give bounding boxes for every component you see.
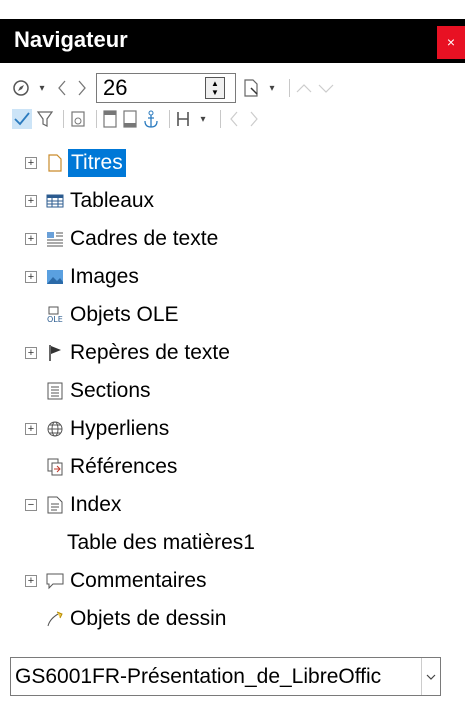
text-frame-icon — [45, 229, 65, 249]
set-reminder-icon[interactable] — [69, 106, 87, 132]
separator — [63, 110, 64, 128]
tree-item-label: Images — [70, 265, 139, 288]
separator — [220, 110, 221, 128]
expand-toggle[interactable]: + — [25, 157, 37, 169]
dropdown-arrow-icon[interactable]: ▾ — [34, 75, 50, 101]
expand-toggle[interactable]: + — [25, 233, 37, 245]
drag-mode-icon[interactable] — [242, 75, 260, 101]
content-toolbar: ▾ — [12, 104, 266, 134]
document-select-value: GS6001FR-Présentation_de_LibreOffic — [15, 664, 382, 688]
index-icon — [45, 495, 65, 515]
image-icon — [45, 267, 65, 287]
anchor-icon[interactable] — [142, 106, 160, 132]
page-number-stepper[interactable]: ▲ ▼ — [96, 73, 236, 103]
tree-item-label: Tableaux — [70, 189, 155, 212]
bookmark-flag-icon — [45, 343, 65, 363]
section-icon — [45, 381, 65, 401]
spin-down-icon[interactable]: ▼ — [211, 88, 219, 97]
separator — [96, 110, 97, 128]
collapse-toggle[interactable]: − — [25, 499, 37, 511]
tree-item-label: Table des matières1 — [67, 531, 255, 554]
navigation-toolbar: ▾ ▲ ▼ ▾ — [12, 73, 339, 103]
tree-item-label: Objets de dessin — [70, 607, 227, 630]
tree-item-label: Commentaires — [70, 569, 207, 592]
dropdown-arrow-icon[interactable]: ▾ — [195, 106, 211, 132]
page-number-input[interactable] — [97, 75, 205, 101]
heading-levels-icon[interactable] — [175, 106, 191, 132]
tree-item-label: Cadres de texte — [70, 227, 219, 250]
table-icon — [45, 191, 65, 211]
expand-toggle[interactable]: + — [25, 347, 37, 359]
dropdown-arrow-icon[interactable]: ▾ — [264, 75, 280, 101]
filter-icon[interactable] — [36, 106, 54, 132]
spin-up-icon[interactable]: ▲ — [211, 79, 219, 88]
svg-text:OLE: OLE — [47, 315, 63, 324]
content-view-check-icon[interactable] — [12, 106, 32, 132]
navigate-by-icon[interactable] — [12, 75, 30, 101]
ole-icon: OLE — [45, 305, 65, 325]
comment-icon — [45, 571, 65, 591]
next-arrow-icon[interactable] — [74, 75, 90, 101]
document-select[interactable]: GS6001FR-Présentation_de_LibreOffic — [10, 657, 441, 696]
expand-toggle[interactable]: + — [25, 423, 37, 435]
chevron-down-icon[interactable] — [421, 658, 440, 695]
tree-item-label: Objets OLE — [70, 303, 179, 326]
drawing-icon — [45, 609, 65, 629]
tree-item-label: Index — [70, 493, 122, 516]
reference-icon — [45, 457, 65, 477]
expand-toggle[interactable]: + — [25, 271, 37, 283]
tree-item-label: Repères de texte — [70, 341, 230, 364]
promote-chapter-icon[interactable] — [295, 75, 313, 101]
tree-item-label: Références — [70, 455, 178, 478]
spin-buttons[interactable]: ▲ ▼ — [205, 77, 225, 99]
navigator-titlebar: Navigateur × — [0, 0, 465, 63]
tree-item-label: Hyperliens — [70, 417, 170, 440]
expand-toggle[interactable]: + — [25, 195, 37, 207]
close-button[interactable]: × — [437, 26, 465, 59]
footer-icon[interactable] — [122, 106, 138, 132]
tree-item-label: Titres — [68, 149, 126, 177]
demote-chapter-icon[interactable] — [317, 75, 335, 101]
header-icon[interactable] — [102, 106, 118, 132]
expand-toggle[interactable]: + — [25, 575, 37, 587]
separator — [169, 110, 170, 128]
window-title: Navigateur — [14, 27, 128, 52]
hyperlink-globe-icon — [45, 419, 65, 439]
tree-item-label: Sections — [70, 379, 151, 402]
move-right-icon[interactable] — [246, 106, 262, 132]
previous-arrow-icon[interactable] — [54, 75, 70, 101]
separator — [289, 79, 290, 97]
move-left-icon[interactable] — [226, 106, 242, 132]
titles-icon — [45, 153, 65, 173]
